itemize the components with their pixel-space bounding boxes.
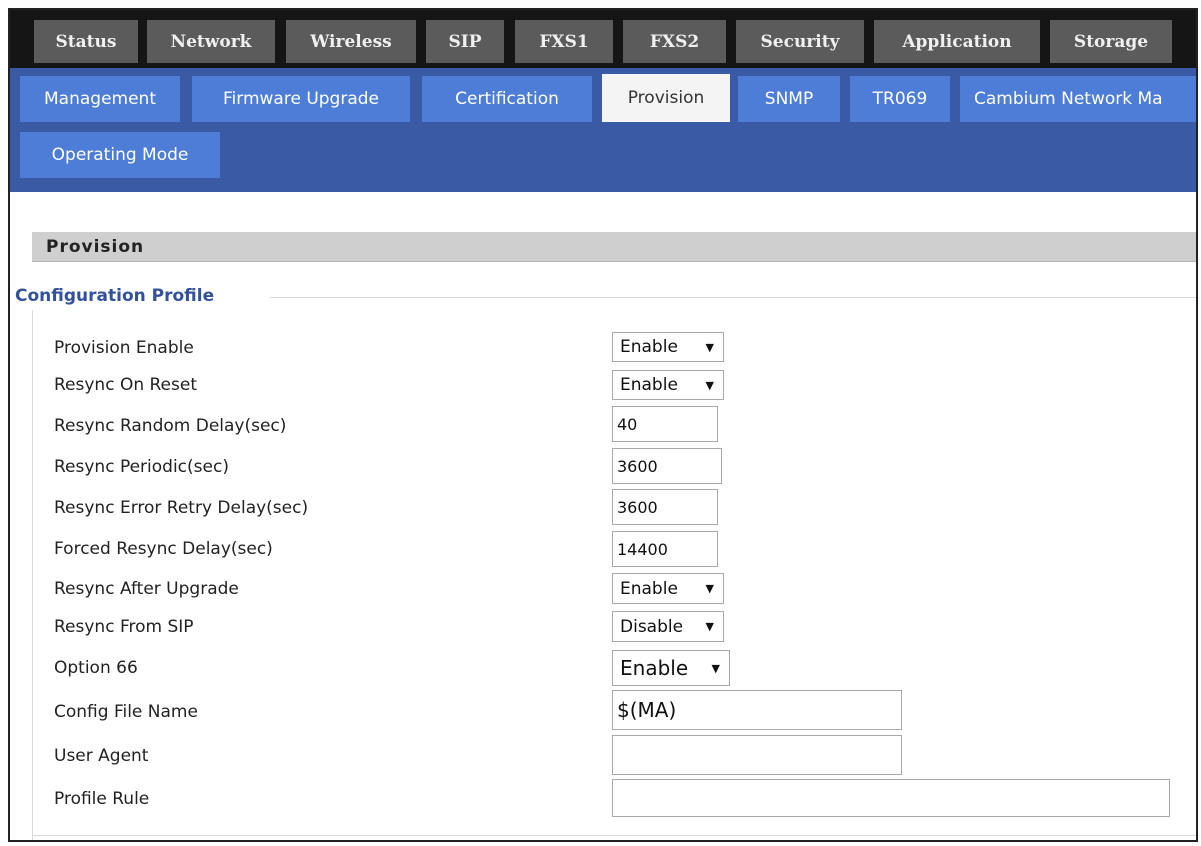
resync-after-upgrade-value: Enable (620, 578, 678, 599)
resync-error-retry-delay-input[interactable]: 3600 (612, 489, 718, 525)
subtab-management[interactable]: Management (20, 76, 180, 122)
option-66-label: Option 66 (54, 658, 138, 678)
user-agent-input[interactable] (612, 735, 902, 775)
subtab-certification[interactable]: Certification (422, 76, 592, 122)
subtab-cambium-network-manager[interactable]: Cambium Network Ma (960, 76, 1196, 122)
app-frame: Status Network Wireless SIP FXS1 FXS2 Se… (8, 8, 1198, 842)
fieldset-border-bottom (32, 835, 1196, 836)
tab-fxs2[interactable]: FXS2 (623, 20, 726, 63)
profile-rule-label: Profile Rule (54, 789, 150, 809)
caret-down-icon: ▼ (711, 661, 720, 675)
fieldset-border-left (32, 310, 33, 840)
caret-down-icon: ▼ (705, 340, 714, 354)
resync-after-upgrade-label: Resync After Upgrade (54, 579, 239, 599)
subtab-firmware-upgrade[interactable]: Firmware Upgrade (192, 76, 410, 122)
forced-resync-delay-label: Forced Resync Delay(sec) (54, 539, 273, 559)
resync-on-reset-select[interactable]: Enable ▼ (612, 370, 724, 400)
main-nav-bar: Status Network Wireless SIP FXS1 FXS2 Se… (10, 10, 1196, 68)
config-file-name-input[interactable]: $(MA) (612, 690, 902, 730)
resync-from-sip-label: Resync From SIP (54, 617, 194, 637)
caret-down-icon: ▼ (705, 378, 714, 392)
subtab-tr069[interactable]: TR069 (850, 76, 950, 122)
resync-after-upgrade-select[interactable]: Enable ▼ (612, 573, 724, 604)
provision-enable-select[interactable]: Enable ▼ (612, 332, 724, 362)
resync-on-reset-label: Resync On Reset (54, 375, 197, 395)
tab-status[interactable]: Status (34, 20, 138, 63)
resync-periodic-label: Resync Periodic(sec) (54, 457, 229, 477)
config-file-name-label: Config File Name (54, 702, 198, 722)
resync-random-delay-input[interactable]: 40 (612, 406, 718, 442)
tab-wireless[interactable]: Wireless (286, 20, 416, 63)
option-66-select[interactable]: Enable ▼ (612, 650, 730, 686)
fieldset-border-top (270, 297, 1196, 298)
resync-on-reset-value: Enable (620, 375, 678, 395)
tab-storage[interactable]: Storage (1050, 20, 1172, 63)
resync-periodic-input[interactable]: 3600 (612, 448, 722, 484)
provision-enable-value: Enable (620, 337, 678, 357)
tab-sip[interactable]: SIP (426, 20, 504, 63)
forced-resync-delay-input[interactable]: 14400 (612, 531, 718, 567)
tab-fxs1[interactable]: FXS1 (515, 20, 613, 63)
user-agent-label: User Agent (54, 746, 149, 766)
subtab-operating-mode[interactable]: Operating Mode (20, 132, 220, 178)
resync-random-delay-label: Resync Random Delay(sec) (54, 416, 287, 436)
resync-error-retry-delay-label: Resync Error Retry Delay(sec) (54, 498, 309, 518)
resync-from-sip-value: Disable (620, 616, 684, 637)
sub-nav-bar: Management Firmware Upgrade Certificatio… (10, 68, 1196, 192)
caret-down-icon: ▼ (705, 620, 714, 633)
resync-from-sip-select[interactable]: Disable ▼ (612, 611, 724, 642)
profile-rule-input[interactable] (612, 779, 1170, 817)
tab-application[interactable]: Application (874, 20, 1040, 63)
option-66-value: Enable (620, 656, 689, 680)
tab-security[interactable]: Security (736, 20, 864, 63)
caret-down-icon: ▼ (705, 582, 714, 595)
fieldset-border-right (1197, 297, 1198, 842)
subtab-snmp[interactable]: SNMP (738, 76, 840, 122)
section-header-provision: Provision (32, 232, 1196, 262)
fieldset-legend: Configuration Profile (15, 286, 221, 306)
provision-enable-label: Provision Enable (54, 338, 194, 358)
subtab-provision[interactable]: Provision (602, 74, 730, 122)
tab-network[interactable]: Network (147, 20, 275, 63)
section-title: Provision (46, 236, 145, 257)
